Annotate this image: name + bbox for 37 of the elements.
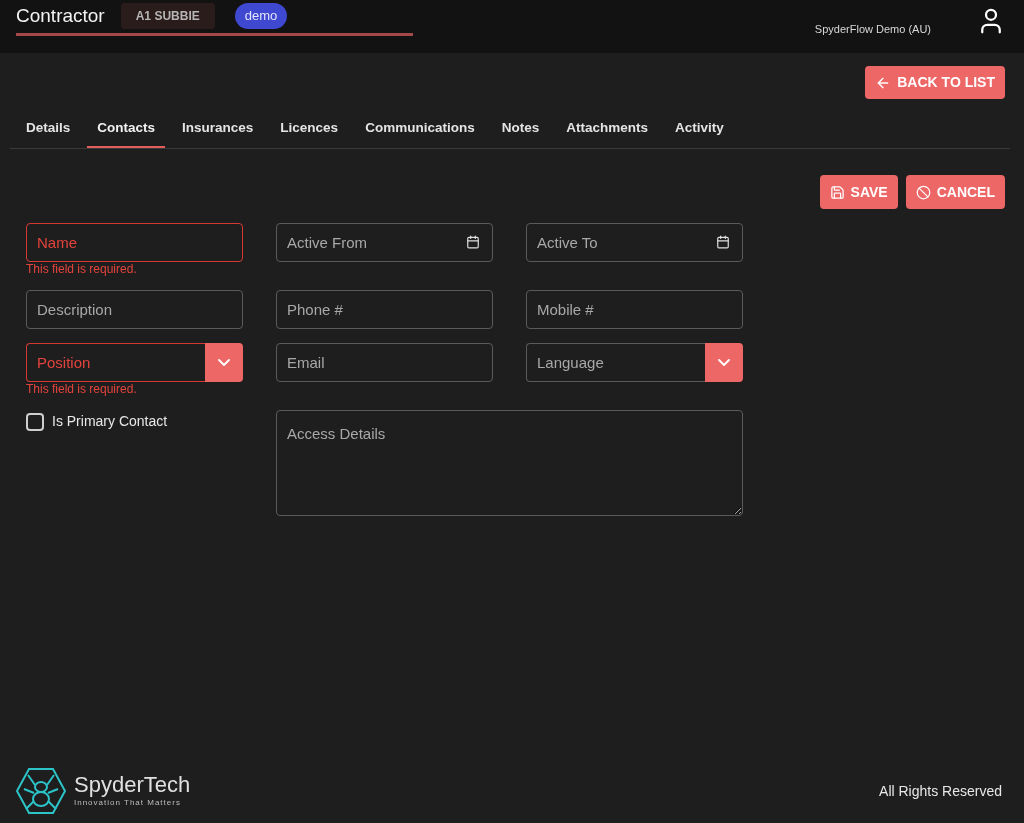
account-name: SpyderFlow Demo (AU) bbox=[814, 22, 931, 37]
input-field[interactable]: Name bbox=[26, 223, 243, 263]
tab[interactable]: Licences bbox=[270, 117, 349, 149]
tab[interactable]: Contacts bbox=[87, 117, 166, 149]
tab[interactable]: Activity bbox=[664, 117, 734, 149]
demo-tag: demo bbox=[234, 3, 288, 29]
input-field[interactable]: Mobile # bbox=[526, 290, 743, 330]
textarea-field[interactable]: Access Details bbox=[276, 410, 743, 517]
chevron-down-icon bbox=[718, 359, 730, 367]
tab[interactable]: Communications bbox=[355, 117, 485, 149]
brand-tagline: Innovation That Matters bbox=[74, 797, 182, 809]
copyright-text: All Rights Reserved bbox=[879, 781, 1002, 801]
dropdown-field[interactable]: Language bbox=[526, 343, 705, 383]
ban-icon bbox=[915, 184, 931, 200]
input-field[interactable]: Email bbox=[276, 343, 493, 383]
page-title: Contractor bbox=[16, 3, 105, 28]
checkbox-label: Is Primary Contact bbox=[52, 412, 168, 432]
contractor-badge: A1 SUBBIE bbox=[120, 3, 215, 29]
spider-hexagon-logo-icon bbox=[16, 767, 66, 815]
tab[interactable]: Attachments bbox=[556, 117, 658, 149]
input-field[interactable]: Description bbox=[26, 290, 243, 330]
dropdown-button[interactable] bbox=[205, 343, 243, 383]
error-message: This field is required. bbox=[26, 263, 138, 277]
checkbox[interactable] bbox=[26, 412, 44, 431]
chevron-down-icon bbox=[218, 359, 230, 367]
error-message: This field is required. bbox=[26, 383, 138, 397]
calendar-icon[interactable] bbox=[466, 235, 480, 250]
tab[interactable]: Notes bbox=[491, 117, 550, 149]
dropdown-field[interactable]: Position bbox=[26, 343, 205, 383]
dropdown-button[interactable] bbox=[705, 343, 743, 383]
brand-name: SpyderTech bbox=[74, 773, 191, 797]
date-field[interactable]: Active To bbox=[526, 223, 743, 263]
date-field[interactable]: Active From bbox=[276, 223, 493, 263]
input-field[interactable]: Phone # bbox=[276, 290, 493, 330]
calendar-icon[interactable] bbox=[716, 235, 730, 250]
tab[interactable]: Details bbox=[16, 117, 81, 149]
tab[interactable]: Insurances bbox=[172, 117, 264, 149]
